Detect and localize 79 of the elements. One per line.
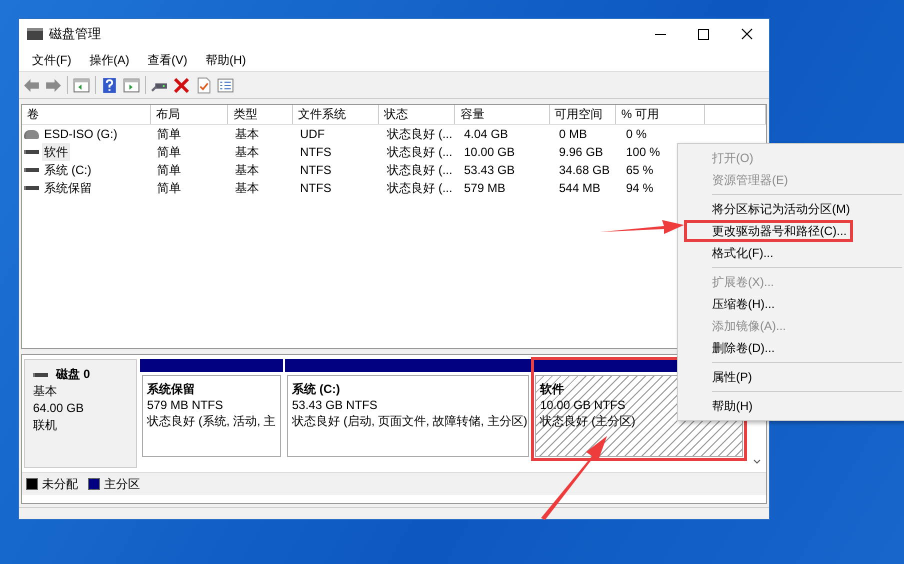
- back-arrow-icon[interactable]: [23, 76, 40, 94]
- table-cell-text: 94 %: [626, 180, 654, 197]
- column-header[interactable]: 容量: [455, 105, 550, 124]
- partition-size: 53.43 GB NTFS: [292, 397, 378, 413]
- partition-name: 软件: [540, 381, 564, 397]
- table-cell-text: 34.68 GB: [559, 162, 610, 179]
- help-icon[interactable]: [101, 76, 118, 94]
- table-cell-text: 基本: [235, 126, 259, 143]
- table-cell-text: 简单: [157, 162, 181, 179]
- window-title: 磁盘管理: [49, 25, 102, 43]
- volume-name[interactable]: 系统 (C:): [42, 161, 94, 179]
- table-cell-text: 9.96 GB: [559, 144, 604, 161]
- table-cell-text: 基本: [235, 144, 259, 161]
- table-cell-text: 0 MB: [559, 126, 588, 143]
- delete-icon[interactable]: [173, 76, 190, 94]
- table-cell-text: 简单: [157, 144, 181, 161]
- column-header[interactable]: 文件系统: [292, 105, 380, 124]
- table-cell-text: 579 MB: [464, 180, 506, 197]
- table-cell-text: 基本: [235, 180, 259, 197]
- table-cell-text: 状态良好 (...: [387, 126, 452, 143]
- table-cell-text: 53.43 GB: [464, 162, 515, 179]
- partition-name: 系统 (C:): [292, 381, 340, 397]
- action-pane-icon[interactable]: [123, 76, 140, 94]
- drive-icon: [24, 168, 39, 172]
- disk-name: 磁盘 0: [56, 366, 90, 383]
- menu-item[interactable]: 将分区标记为活动分区(M): [678, 198, 904, 220]
- forward-arrow-icon[interactable]: [45, 76, 62, 94]
- menu-item[interactable]: 压缩卷(H)...: [678, 293, 904, 315]
- table-cell-text: 状态良好 (...: [387, 162, 452, 179]
- column-header[interactable]: 可用空间: [550, 105, 616, 124]
- scroll-down-icon[interactable]: [753, 459, 761, 464]
- maximize-icon[interactable]: [698, 28, 709, 40]
- table-cell-text: NTFS: [300, 180, 332, 197]
- table-cell-text: 10.00 GB: [464, 144, 515, 161]
- column-header[interactable]: 布局: [150, 105, 228, 124]
- table-cell-text: 简单: [157, 180, 181, 197]
- menu-item[interactable]: 查看(V): [138, 52, 196, 68]
- volume-name[interactable]: ESD-ISO (G:): [42, 125, 120, 143]
- partition-size: 10.00 GB NTFS: [540, 397, 626, 413]
- partition-size: 579 MB NTFS: [147, 397, 224, 413]
- legend-label: 主分区: [104, 476, 140, 492]
- table-cell-text: 4.04 GB: [464, 126, 508, 143]
- table-cell-text: 0 %: [626, 126, 647, 143]
- menu-item[interactable]: 文件(F): [23, 52, 80, 68]
- table-cell-text: 基本: [235, 162, 259, 179]
- volume-name[interactable]: 系统保留: [42, 179, 94, 197]
- table-cell-text: NTFS: [300, 144, 332, 161]
- partition-status: 状态良好 (启动, 页面文件, 故障转储, 主分区): [292, 413, 528, 429]
- close-icon[interactable]: [741, 28, 753, 40]
- properties-icon[interactable]: [195, 76, 212, 94]
- partition-name: 系统保留: [147, 381, 195, 397]
- column-header[interactable]: 状态: [379, 105, 456, 124]
- volume-name[interactable]: 软件: [42, 143, 70, 161]
- table-cell-text: 简单: [157, 126, 181, 143]
- table-cell-text: 状态良好 (...: [387, 180, 452, 197]
- table-cell-text: 100 %: [626, 144, 660, 161]
- table-cell-text: 65 %: [626, 162, 654, 179]
- table-cell-text: 状态良好 (...: [387, 144, 452, 161]
- table-cell-text: 544 MB: [559, 180, 600, 197]
- menu-item[interactable]: 格式化(F)...: [678, 242, 904, 264]
- table-cell-text: NTFS: [300, 162, 332, 179]
- menu-item[interactable]: 删除卷(D)...: [678, 337, 904, 359]
- console-tree-icon[interactable]: [73, 76, 90, 94]
- column-header[interactable]: 类型: [228, 105, 293, 124]
- checklist-icon[interactable]: [217, 76, 234, 94]
- column-header[interactable]: 卷: [22, 105, 151, 124]
- disk-size: 64.00 GB: [33, 400, 85, 417]
- column-header[interactable]: % 可用: [616, 105, 706, 124]
- disk-status: 联机: [33, 417, 58, 434]
- menu-item[interactable]: 帮助(H): [196, 52, 255, 68]
- table-cell-text: UDF: [300, 126, 325, 143]
- drive-icon: [24, 150, 39, 154]
- drive-icon: [24, 186, 39, 190]
- disk-type: 基本: [33, 383, 58, 400]
- legend-label: 未分配: [42, 476, 78, 492]
- partition-status: 状态良好 (主分区): [540, 413, 636, 429]
- partition-status: 状态良好 (系统, 活动, 主: [147, 413, 276, 429]
- menu-item[interactable]: 更改驱动器号和路径(C)...: [684, 220, 853, 242]
- menu-item[interactable]: 操作(A): [80, 52, 138, 68]
